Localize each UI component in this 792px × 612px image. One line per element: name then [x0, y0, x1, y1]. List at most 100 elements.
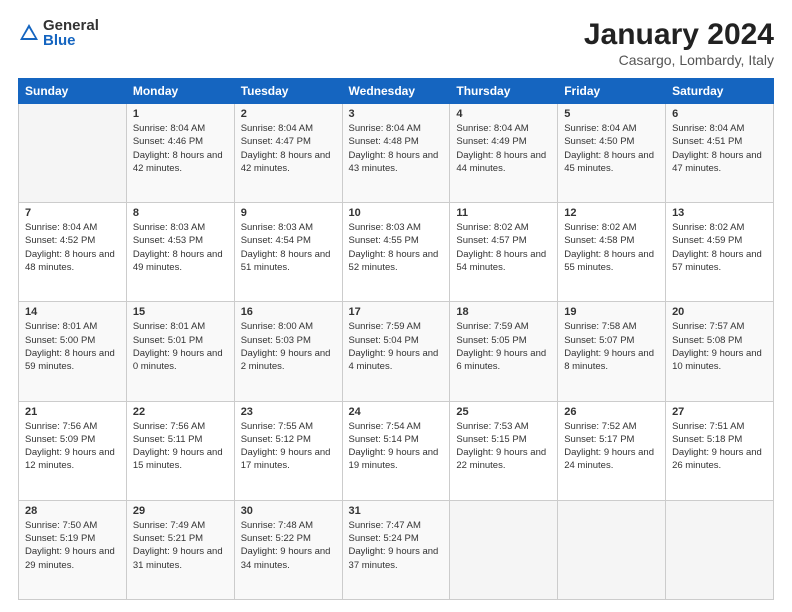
- day-info: Sunrise: 7:59 AMSunset: 5:05 PMDaylight:…: [456, 320, 551, 373]
- day-number: 4: [456, 108, 551, 120]
- week-row-1: 7 Sunrise: 8:04 AMSunset: 4:52 PMDaylight…: [19, 203, 774, 302]
- calendar-cell: 24Sunrise: 7:54 AMSunset: 5:14 PMDayligh…: [342, 401, 450, 500]
- day-info: Sunrise: 8:02 AMSunset: 4:59 PMDaylight:…: [672, 221, 767, 274]
- logo-icon: [18, 22, 40, 44]
- day-number: 14: [25, 306, 120, 318]
- calendar-cell: 18Sunrise: 7:59 AMSunset: 5:05 PMDayligh…: [450, 302, 558, 401]
- title-block: January 2024 Casargo, Lombardy, Italy: [584, 18, 774, 68]
- calendar-cell: 1 Sunrise: 8:04 AMSunset: 4:46 PMDaylight…: [126, 104, 234, 203]
- calendar-cell: 6 Sunrise: 8:04 AMSunset: 4:51 PMDaylight…: [666, 104, 774, 203]
- calendar-cell: 28 Sunrise: 7:50 AMSunset: 5:19 PMDayligh…: [19, 500, 127, 599]
- weekday-header-tuesday: Tuesday: [234, 79, 342, 104]
- calendar-cell: 5 Sunrise: 8:04 AMSunset: 4:50 PMDaylight…: [558, 104, 666, 203]
- calendar-cell: 9Sunrise: 8:03 AMSunset: 4:54 PMDaylight…: [234, 203, 342, 302]
- day-number: 21: [25, 406, 120, 418]
- day-info: Sunrise: 8:04 AMSunset: 4:51 PMDaylight:…: [672, 122, 767, 175]
- day-info: Sunrise: 7:58 AMSunset: 5:07 PMDaylight:…: [564, 320, 659, 373]
- weekday-header-wednesday: Wednesday: [342, 79, 450, 104]
- day-info: Sunrise: 7:56 AMSunset: 5:11 PMDaylight:…: [133, 420, 228, 473]
- day-info: Sunrise: 7:52 AMSunset: 5:17 PMDaylight:…: [564, 420, 659, 473]
- day-info: Sunrise: 8:02 AMSunset: 4:58 PMDaylight:…: [564, 221, 659, 274]
- calendar-cell: 26 Sunrise: 7:52 AMSunset: 5:17 PMDayligh…: [558, 401, 666, 500]
- day-number: 17: [349, 306, 444, 318]
- calendar-cell: [666, 500, 774, 599]
- day-info: Sunrise: 7:51 AMSunset: 5:18 PMDaylight:…: [672, 420, 767, 473]
- logo-text: General Blue: [43, 18, 99, 48]
- day-info: Sunrise: 7:56 AMSunset: 5:09 PMDaylight:…: [25, 420, 120, 473]
- calendar-cell: 8 Sunrise: 8:03 AMSunset: 4:53 PMDaylight…: [126, 203, 234, 302]
- calendar-cell: 10Sunrise: 8:03 AMSunset: 4:55 PMDayligh…: [342, 203, 450, 302]
- day-info: Sunrise: 7:55 AMSunset: 5:12 PMDaylight:…: [241, 420, 336, 473]
- calendar-table: SundayMondayTuesdayWednesdayThursdayFrid…: [18, 78, 774, 600]
- day-info: Sunrise: 7:50 AMSunset: 5:19 PMDaylight:…: [25, 519, 120, 572]
- day-number: 3: [349, 108, 444, 120]
- day-number: 22: [133, 406, 228, 418]
- week-row-4: 28 Sunrise: 7:50 AMSunset: 5:19 PMDayligh…: [19, 500, 774, 599]
- calendar-cell: 14Sunrise: 8:01 AMSunset: 5:00 PMDayligh…: [19, 302, 127, 401]
- day-number: 8: [133, 207, 228, 219]
- day-info: Sunrise: 8:02 AMSunset: 4:57 PMDaylight:…: [456, 221, 551, 274]
- day-number: 19: [564, 306, 659, 318]
- calendar-cell: 12Sunrise: 8:02 AMSunset: 4:58 PMDayligh…: [558, 203, 666, 302]
- calendar-header: SundayMondayTuesdayWednesdayThursdayFrid…: [19, 79, 774, 104]
- calendar-cell: [19, 104, 127, 203]
- day-number: 26: [564, 406, 659, 418]
- day-info: Sunrise: 8:01 AMSunset: 5:01 PMDaylight:…: [133, 320, 228, 373]
- day-number: 11: [456, 207, 551, 219]
- calendar-cell: 23 Sunrise: 7:55 AMSunset: 5:12 PMDayligh…: [234, 401, 342, 500]
- calendar-cell: 25 Sunrise: 7:53 AMSunset: 5:15 PMDayligh…: [450, 401, 558, 500]
- day-number: 7: [25, 207, 120, 219]
- logo: General Blue: [18, 18, 99, 48]
- weekday-row: SundayMondayTuesdayWednesdayThursdayFrid…: [19, 79, 774, 104]
- calendar-cell: 19 Sunrise: 7:58 AMSunset: 5:07 PMDayligh…: [558, 302, 666, 401]
- day-number: 30: [241, 505, 336, 517]
- calendar-cell: 15Sunrise: 8:01 AMSunset: 5:01 PMDayligh…: [126, 302, 234, 401]
- day-number: 6: [672, 108, 767, 120]
- calendar-cell: 4 Sunrise: 8:04 AMSunset: 4:49 PMDaylight…: [450, 104, 558, 203]
- header: General Blue January 2024 Casargo, Lomba…: [18, 18, 774, 68]
- day-info: Sunrise: 8:04 AMSunset: 4:47 PMDaylight:…: [241, 122, 336, 175]
- day-info: Sunrise: 8:04 AMSunset: 4:52 PMDaylight:…: [25, 221, 120, 274]
- weekday-header-thursday: Thursday: [450, 79, 558, 104]
- week-row-2: 14Sunrise: 8:01 AMSunset: 5:00 PMDayligh…: [19, 302, 774, 401]
- day-info: Sunrise: 7:53 AMSunset: 5:15 PMDaylight:…: [456, 420, 551, 473]
- calendar-body: 1 Sunrise: 8:04 AMSunset: 4:46 PMDaylight…: [19, 104, 774, 600]
- day-number: 24: [349, 406, 444, 418]
- subtitle: Casargo, Lombardy, Italy: [584, 52, 774, 68]
- day-number: 16: [241, 306, 336, 318]
- day-info: Sunrise: 8:04 AMSunset: 4:48 PMDaylight:…: [349, 122, 444, 175]
- week-row-3: 21 Sunrise: 7:56 AMSunset: 5:09 PMDayligh…: [19, 401, 774, 500]
- weekday-header-sunday: Sunday: [19, 79, 127, 104]
- day-number: 28: [25, 505, 120, 517]
- calendar-cell: 7 Sunrise: 8:04 AMSunset: 4:52 PMDaylight…: [19, 203, 127, 302]
- calendar-cell: [450, 500, 558, 599]
- calendar-page: General Blue January 2024 Casargo, Lomba…: [0, 0, 792, 612]
- day-number: 25: [456, 406, 551, 418]
- day-info: Sunrise: 7:59 AMSunset: 5:04 PMDaylight:…: [349, 320, 444, 373]
- day-info: Sunrise: 7:49 AMSunset: 5:21 PMDaylight:…: [133, 519, 228, 572]
- weekday-header-monday: Monday: [126, 79, 234, 104]
- day-info: Sunrise: 8:00 AMSunset: 5:03 PMDaylight:…: [241, 320, 336, 373]
- day-number: 5: [564, 108, 659, 120]
- day-info: Sunrise: 8:04 AMSunset: 4:46 PMDaylight:…: [133, 122, 228, 175]
- day-info: Sunrise: 8:04 AMSunset: 4:49 PMDaylight:…: [456, 122, 551, 175]
- weekday-header-friday: Friday: [558, 79, 666, 104]
- day-info: Sunrise: 8:03 AMSunset: 4:53 PMDaylight:…: [133, 221, 228, 274]
- day-number: 23: [241, 406, 336, 418]
- day-info: Sunrise: 8:04 AMSunset: 4:50 PMDaylight:…: [564, 122, 659, 175]
- calendar-cell: 31Sunrise: 7:47 AMSunset: 5:24 PMDayligh…: [342, 500, 450, 599]
- calendar-cell: 17 Sunrise: 7:59 AMSunset: 5:04 PMDayligh…: [342, 302, 450, 401]
- day-info: Sunrise: 7:57 AMSunset: 5:08 PMDaylight:…: [672, 320, 767, 373]
- calendar-cell: 3 Sunrise: 8:04 AMSunset: 4:48 PMDaylight…: [342, 104, 450, 203]
- day-number: 31: [349, 505, 444, 517]
- day-info: Sunrise: 8:03 AMSunset: 4:54 PMDaylight:…: [241, 221, 336, 274]
- day-info: Sunrise: 8:03 AMSunset: 4:55 PMDaylight:…: [349, 221, 444, 274]
- day-number: 29: [133, 505, 228, 517]
- day-info: Sunrise: 7:48 AMSunset: 5:22 PMDaylight:…: [241, 519, 336, 572]
- day-number: 27: [672, 406, 767, 418]
- day-number: 1: [133, 108, 228, 120]
- week-row-0: 1 Sunrise: 8:04 AMSunset: 4:46 PMDaylight…: [19, 104, 774, 203]
- calendar-cell: 11 Sunrise: 8:02 AMSunset: 4:57 PMDayligh…: [450, 203, 558, 302]
- calendar-cell: 22 Sunrise: 7:56 AMSunset: 5:11 PMDayligh…: [126, 401, 234, 500]
- day-number: 13: [672, 207, 767, 219]
